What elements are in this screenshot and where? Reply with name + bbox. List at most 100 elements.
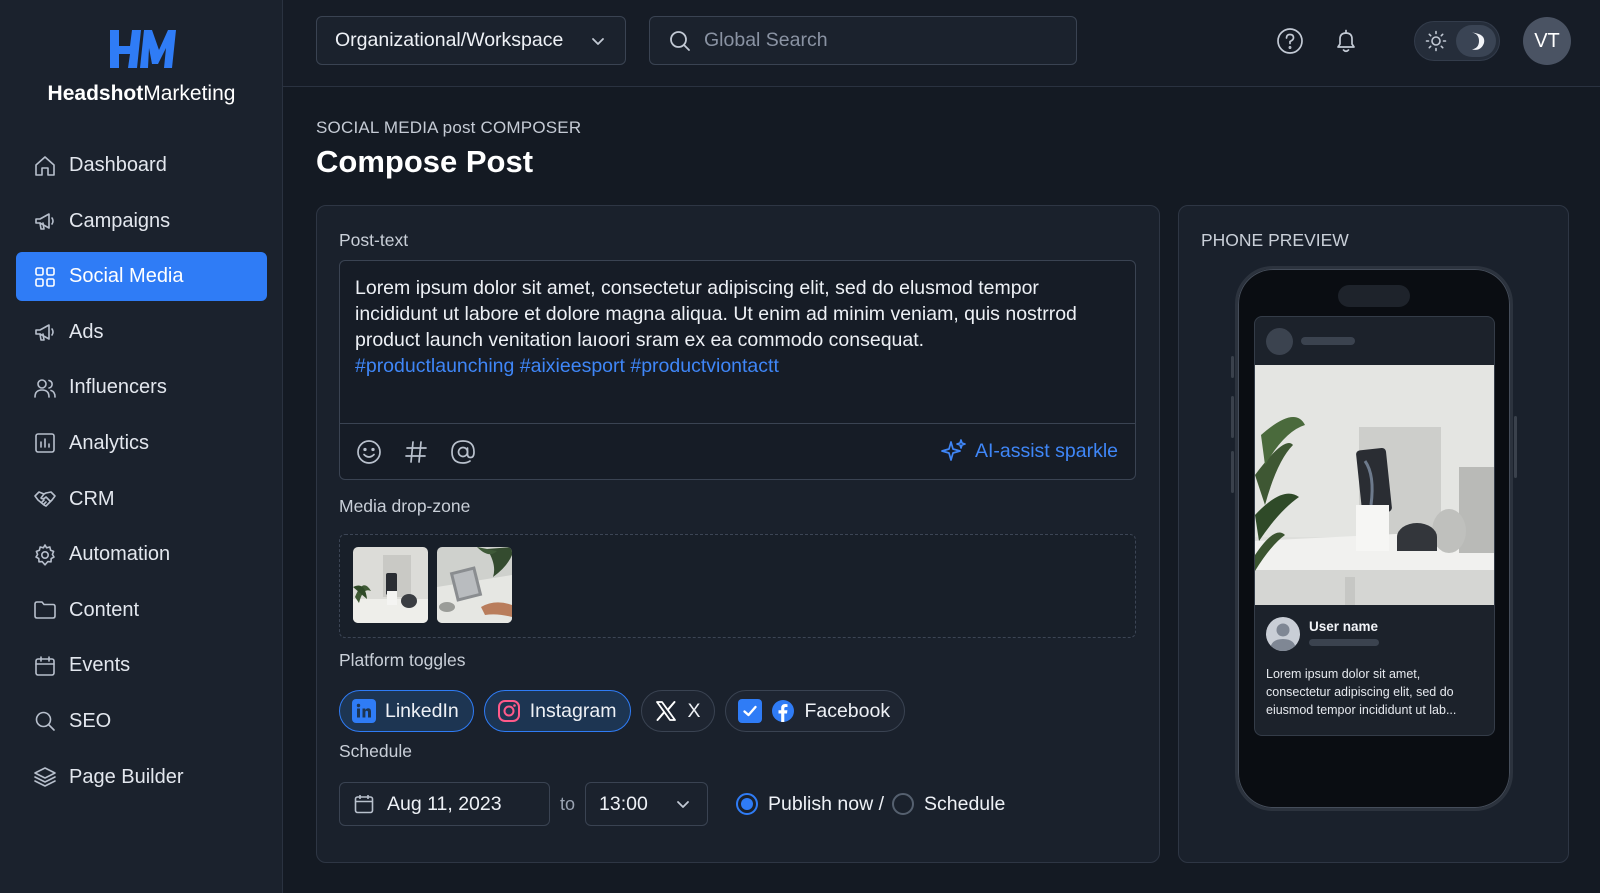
phone-mockup: User name Lorem ipsum dolor sit amet, co… <box>1235 266 1513 811</box>
workspace-select-value: Organizational/Workspace <box>335 29 564 51</box>
sidebar-item-crm[interactable]: CRM <box>16 475 267 524</box>
sidebar-item-label: Content <box>69 598 140 621</box>
phone-side-button <box>1231 356 1234 378</box>
ai-assist-button[interactable]: AI-assist sparkle <box>941 438 1118 464</box>
facebook-icon <box>771 699 795 723</box>
page-title: Compose Post <box>316 144 534 179</box>
help-icon[interactable] <box>1276 27 1304 55</box>
theme-toggle[interactable] <box>1414 21 1500 61</box>
sidebar-item-analytics[interactable]: Analytics <box>16 419 267 468</box>
platform-label: Instagram <box>529 699 617 722</box>
time-select[interactable]: 13:00 <box>585 782 709 826</box>
composer-card: Post-text Lorem ipsum dolor sit amet, co… <box>316 205 1160 863</box>
sidebar-item-label: Automation <box>69 543 171 566</box>
schedule-row: Aug 11, 2023 to 13:00 Publish now / Sche… <box>339 782 1005 826</box>
media-thumbnail[interactable] <box>353 547 428 623</box>
phone-dynamic-island <box>1338 285 1410 307</box>
sidebar-item-label: Campaigns <box>69 209 171 232</box>
theme-toggle-knob <box>1456 25 1496 57</box>
platform-toggle-facebook[interactable]: Facebook <box>725 690 906 732</box>
post-body: Lorem ipsum dolor sit amet, consectetur … <box>355 277 1077 351</box>
publish-now-label[interactable]: Publish now / <box>768 793 884 816</box>
media-thumbnail[interactable] <box>437 547 512 623</box>
folder-icon <box>33 598 57 622</box>
search-icon <box>668 29 692 53</box>
sidebar-item-label: Analytics <box>69 431 150 454</box>
platform-toggle-linkedin[interactable]: LinkedIn <box>339 690 474 732</box>
phone-side-button <box>1231 451 1234 493</box>
post-text-content[interactable]: Lorem ipsum dolor sit amet, consectetur … <box>355 275 1115 379</box>
calendar-icon <box>33 654 57 678</box>
platform-toggle-instagram[interactable]: Instagram <box>483 690 632 732</box>
hashtag-icon[interactable] <box>402 438 430 466</box>
platform-toggle-x[interactable]: X <box>641 690 716 732</box>
platform-toggles-label: Platform toggles <box>339 650 466 670</box>
schedule-option-label[interactable]: Schedule <box>924 793 1005 816</box>
global-search[interactable] <box>649 16 1077 65</box>
emoji-icon[interactable] <box>355 438 383 466</box>
date-picker[interactable]: Aug 11, 2023 <box>339 782 550 826</box>
layers-icon <box>33 765 57 789</box>
brand-name-bold: Headshot <box>47 82 144 105</box>
sidebar-nav: Dashboard Campaigns Social Media Ads Inf… <box>16 141 267 808</box>
sidebar-item-page-builder[interactable]: Page Builder <box>16 753 267 802</box>
schedule-radio[interactable] <box>892 793 914 815</box>
mention-icon[interactable] <box>449 438 477 466</box>
workspace-select[interactable]: Organizational/Workspace <box>316 16 626 65</box>
platform-label: X <box>687 699 701 722</box>
media-dropzone[interactable] <box>339 534 1136 638</box>
chevron-down-icon <box>675 796 691 812</box>
sidebar: HeadshotMarketing Dashboard Campaigns So… <box>0 0 283 893</box>
sidebar-item-automation[interactable]: Automation <box>16 530 267 579</box>
sidebar-item-influencers[interactable]: Influencers <box>16 363 267 412</box>
sidebar-item-label: CRM <box>69 487 115 510</box>
skeleton-avatar <box>1266 328 1293 355</box>
schedule-label: Schedule <box>339 741 412 761</box>
logo-mark-icon <box>106 26 178 72</box>
editor-toolbar: AI-assist sparkle <box>340 423 1135 479</box>
sidebar-item-social-media[interactable]: Social Media <box>16 252 267 302</box>
logo[interactable]: HeadshotMarketing <box>0 26 283 106</box>
megaphone-icon <box>33 320 57 344</box>
skeleton-line <box>1309 639 1379 646</box>
topbar: Organizational/Workspace VT <box>283 0 1600 87</box>
sidebar-item-ads[interactable]: Ads <box>16 308 267 357</box>
date-value: Aug 11, 2023 <box>387 792 502 815</box>
chevron-down-icon <box>589 32 607 50</box>
post-text-label: Post-text <box>339 230 409 250</box>
post-hashtags[interactable]: #productlaunching #aixieesport #productv… <box>355 355 779 377</box>
skeleton-line <box>1301 337 1355 345</box>
bell-icon[interactable] <box>1332 27 1360 55</box>
gear-icon <box>33 543 57 567</box>
sidebar-item-campaigns[interactable]: Campaigns <box>16 197 267 246</box>
range-separator: to <box>560 793 576 814</box>
sidebar-item-label: SEO <box>69 709 112 732</box>
post-text-editor[interactable]: Lorem ipsum dolor sit amet, consectetur … <box>339 260 1136 480</box>
brand-name-regular: Marketing <box>143 82 236 105</box>
phone-side-button <box>1231 396 1234 438</box>
bar-chart-icon <box>33 431 57 455</box>
checkbox-checked-icon[interactable] <box>738 699 763 723</box>
sparkle-icon <box>941 438 975 464</box>
sun-icon <box>1425 30 1447 52</box>
brand-name: HeadshotMarketing <box>0 82 283 106</box>
linkedin-icon <box>352 699 376 723</box>
phone-screen: User name Lorem ipsum dolor sit amet, co… <box>1254 316 1495 736</box>
sidebar-item-dashboard[interactable]: Dashboard <box>16 141 267 190</box>
handshake-icon <box>33 487 57 511</box>
media-dropzone-label: Media drop-zone <box>339 496 471 516</box>
publish-options: Publish now / Schedule <box>736 793 1005 816</box>
sidebar-item-label: Ads <box>69 320 104 343</box>
phone-side-button <box>1514 416 1517 478</box>
search-input[interactable] <box>704 29 1044 52</box>
sidebar-item-content[interactable]: Content <box>16 586 267 635</box>
phone-preview-label: PHONE PREVIEW <box>1201 230 1349 250</box>
publish-now-radio[interactable] <box>736 793 759 815</box>
sidebar-item-seo[interactable]: SEO <box>16 697 267 746</box>
avatar-initials: VT <box>1534 29 1560 52</box>
user-avatar[interactable]: VT <box>1523 17 1571 65</box>
preview-user-avatar <box>1266 617 1300 651</box>
sidebar-item-events[interactable]: Events <box>16 641 267 690</box>
platform-label: Facebook <box>804 699 891 722</box>
moon-icon <box>1465 30 1487 52</box>
